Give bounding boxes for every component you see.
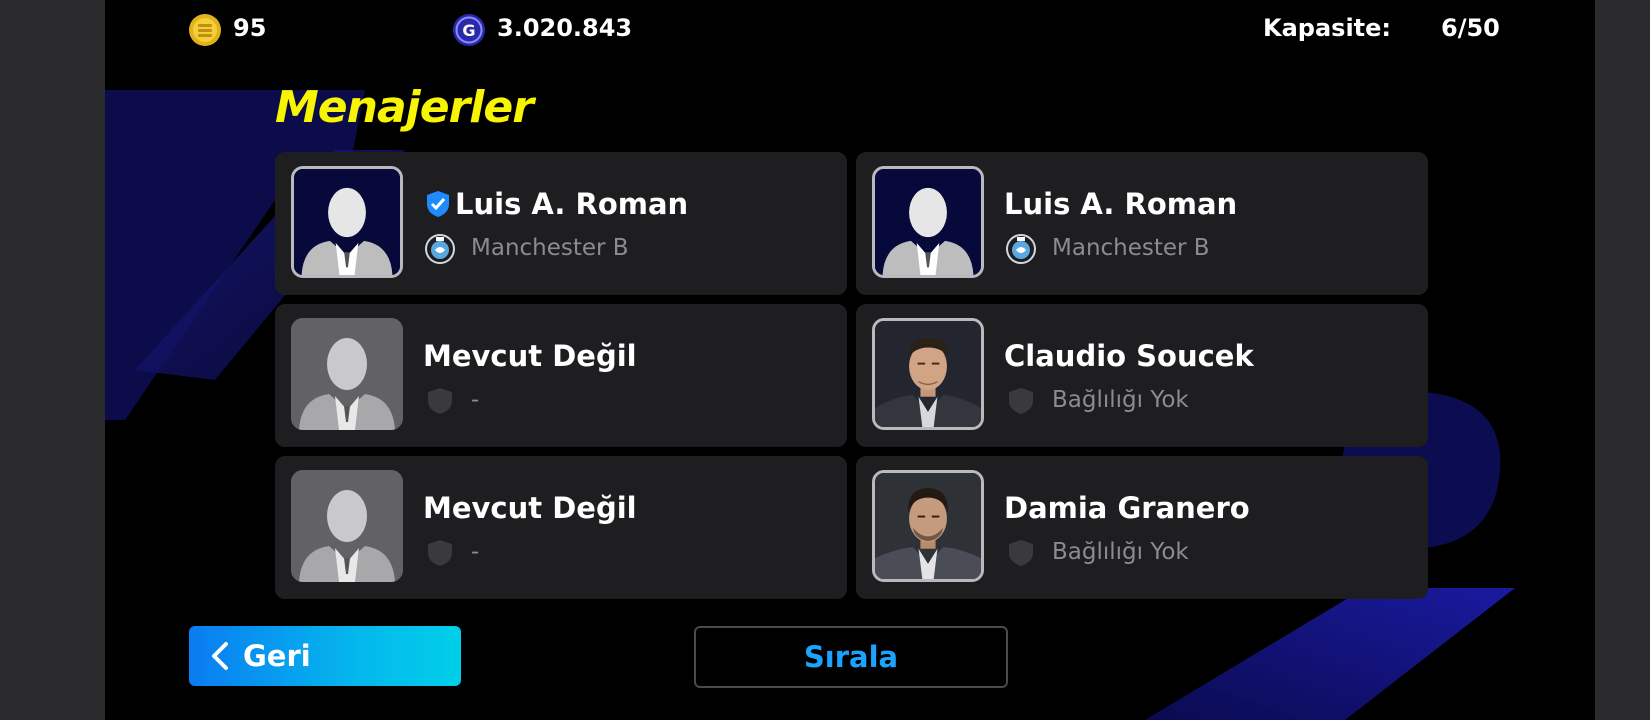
svg-text:G: G	[462, 21, 475, 40]
manager-name: Luis A. Roman	[1004, 187, 1238, 221]
manager-club: Bağlılığı Yok	[1052, 387, 1189, 413]
manager-card[interactable]: Damia Granero Bağlılığı Yok	[856, 456, 1428, 599]
manager-photo	[872, 470, 984, 582]
capacity-value: 6/50	[1441, 14, 1500, 42]
silhouette-icon	[291, 166, 403, 278]
chevron-left-icon	[212, 642, 228, 670]
silhouette-icon	[872, 166, 984, 278]
manager-club: Bağlılığı Yok	[1052, 539, 1189, 565]
efootball-coin-icon	[188, 13, 222, 47]
back-button-label: Geri	[243, 639, 311, 673]
manager-club: -	[471, 539, 480, 565]
silhouette-icon	[291, 318, 403, 430]
manager-card[interactable]: Luis A. Roman Manchester B	[856, 152, 1428, 295]
silhouette-icon	[291, 470, 403, 582]
sort-button[interactable]: Sırala	[694, 626, 1008, 688]
manager-name: Luis A. Roman	[455, 187, 689, 221]
manager-name: Claudio Soucek	[1004, 339, 1254, 373]
coins-value: 95	[233, 14, 267, 42]
manager-club: Manchester B	[471, 235, 629, 261]
manager-card[interactable]: Claudio Soucek Bağlılığı Yok	[856, 304, 1428, 447]
manager-name: Mevcut Değil	[423, 491, 637, 525]
gp-icon: G	[452, 13, 486, 47]
sort-button-label: Sırala	[803, 640, 899, 674]
capacity-label: Kapasite:	[1263, 14, 1392, 42]
manager-card[interactable]: Mevcut Değil -	[275, 304, 847, 447]
manager-card[interactable]: Mevcut Değil -	[275, 456, 847, 599]
shield-icon	[425, 538, 455, 568]
manager-list-screen: 95 G 3.020.843 Kapasite: 6/50 Menajerler…	[105, 0, 1595, 720]
manchester-b-crest-icon	[425, 234, 455, 264]
manager-club: Manchester B	[1052, 235, 1210, 261]
verified-shield-icon	[427, 191, 449, 217]
shield-icon	[1006, 538, 1036, 568]
shield-icon	[425, 386, 455, 416]
manager-club: -	[471, 387, 480, 413]
shield-icon	[1006, 386, 1036, 416]
back-button[interactable]: Geri	[189, 626, 461, 686]
gp-value: 3.020.843	[497, 14, 633, 42]
page-title: Menajerler	[275, 82, 534, 133]
manager-card[interactable]: Luis A. Roman Manchester B	[275, 152, 847, 295]
manager-photo	[872, 318, 984, 430]
status-bar: 95 G 3.020.843 Kapasite: 6/50	[105, 0, 1595, 56]
manager-name: Damia Granero	[1004, 491, 1250, 525]
manager-name: Mevcut Değil	[423, 339, 637, 373]
manchester-b-crest-icon	[1006, 234, 1036, 264]
